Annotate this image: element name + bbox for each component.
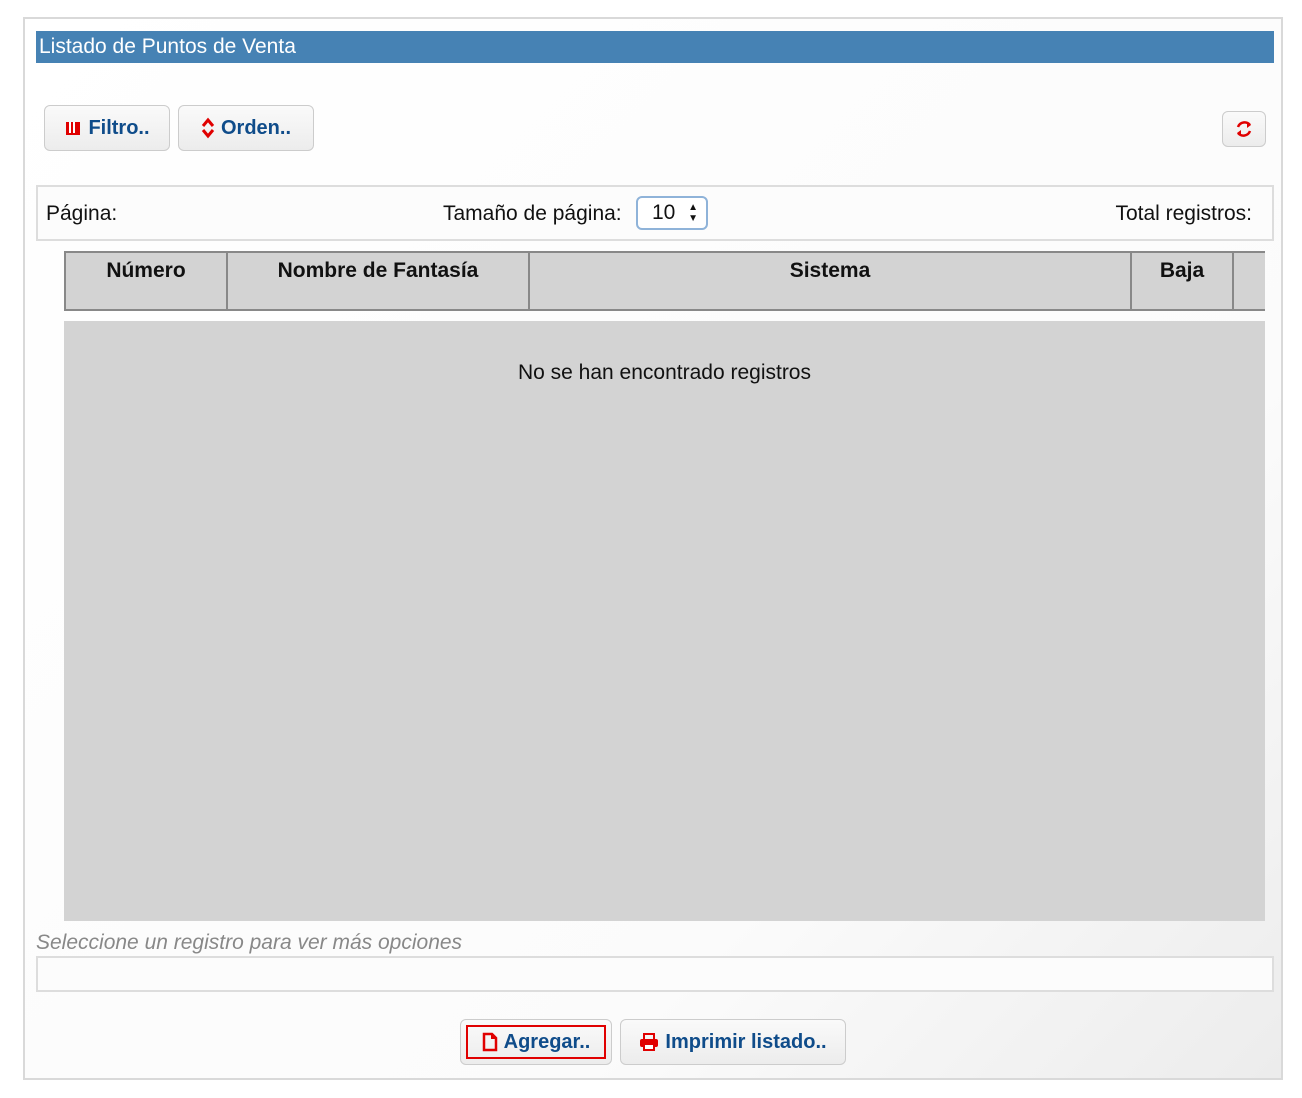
book-icon bbox=[64, 119, 82, 137]
column-header-extra bbox=[1234, 253, 1265, 309]
page-size-label: Tamaño de página: bbox=[443, 202, 622, 225]
print-list-button[interactable]: Imprimir listado.. bbox=[620, 1019, 846, 1065]
column-header-nombre-fantasia[interactable]: Nombre de Fantasía bbox=[228, 253, 530, 309]
total-records-label: Total registros: bbox=[1115, 202, 1252, 225]
page-size-select[interactable]: 10 ▲ ▼ bbox=[636, 196, 708, 230]
filter-button[interactable]: Filtro.. bbox=[44, 105, 170, 151]
refresh-button[interactable] bbox=[1222, 111, 1266, 147]
column-header-numero[interactable]: Número bbox=[66, 253, 228, 309]
print-label: Imprimir listado.. bbox=[665, 1030, 827, 1053]
add-label: Agregar.. bbox=[503, 1030, 591, 1053]
refresh-icon bbox=[1233, 118, 1255, 140]
printer-icon bbox=[639, 1033, 659, 1051]
selection-hint: Seleccione un registro para ver más opci… bbox=[36, 931, 463, 954]
select-arrows-icon: ▲ ▼ bbox=[688, 202, 698, 224]
order-button[interactable]: Orden.. bbox=[178, 105, 314, 151]
pager-bar: Página: Tamaño de página: 10 ▲ ▼ Total re… bbox=[36, 185, 1274, 241]
table-body: No se han encontrado registros bbox=[64, 321, 1265, 921]
options-area bbox=[36, 956, 1274, 992]
column-header-baja[interactable]: Baja bbox=[1132, 253, 1234, 309]
page-title: Listado de Puntos de Venta bbox=[36, 31, 1274, 63]
sort-arrows-icon bbox=[201, 117, 215, 139]
add-button[interactable]: Agregar.. bbox=[460, 1019, 612, 1065]
empty-message: No se han encontrado registros bbox=[517, 361, 811, 384]
main-panel: Listado de Puntos de Venta Filtro.. Orde… bbox=[23, 17, 1283, 1080]
page-label: Página: bbox=[46, 202, 118, 225]
filter-label: Filtro.. bbox=[88, 116, 150, 139]
page-size-value: 10 bbox=[652, 201, 676, 224]
column-header-sistema[interactable]: Sistema bbox=[530, 253, 1132, 309]
table-header: Número Nombre de Fantasía Sistema Baja bbox=[64, 251, 1265, 311]
document-icon bbox=[482, 1032, 498, 1052]
order-label: Orden.. bbox=[220, 116, 291, 139]
